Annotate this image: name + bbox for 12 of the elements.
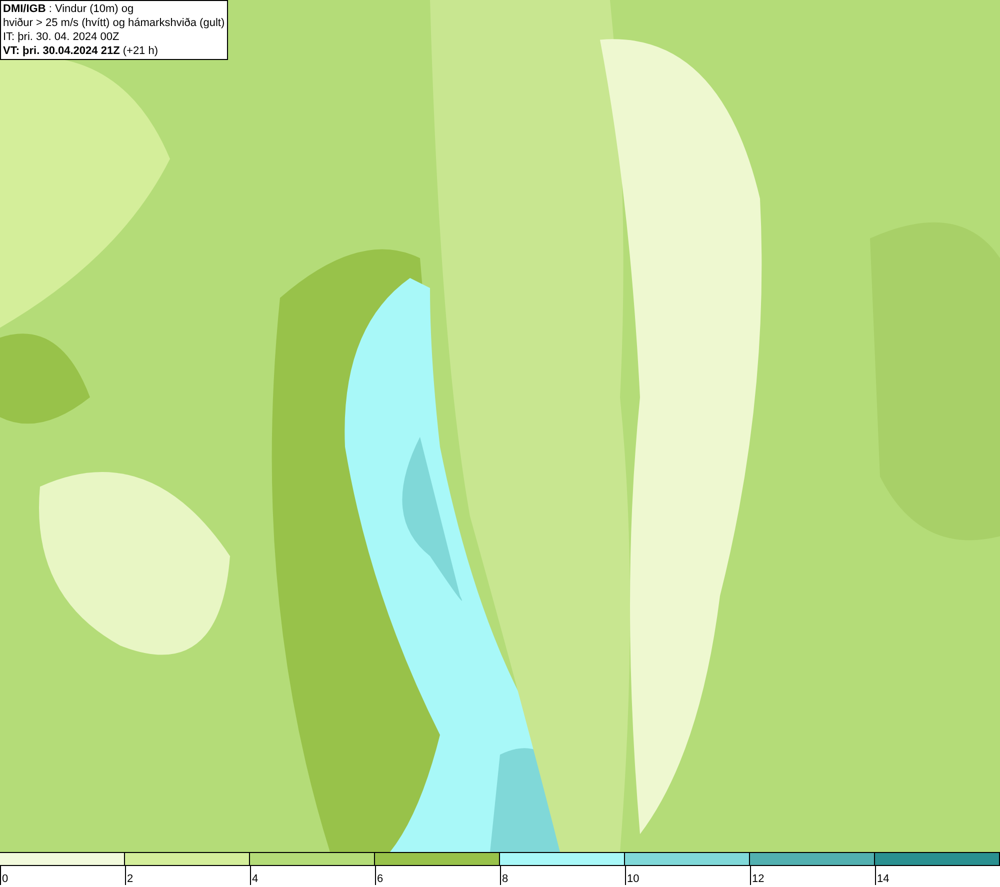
scale-tick-label: 6 [377, 873, 384, 885]
info-line: IT: þri. 30. 04. 2024 00Z [3, 30, 120, 44]
info-line: hviður > 25 m/s (hvítt) og hámarkshviða (gult) [3, 16, 225, 30]
info-line: VT: þri. 30.04.2024 21Z (+21 h) [3, 44, 160, 58]
info-line: DMI/IGB : Vindur (10m) og [3, 2, 135, 16]
scale-tick-label: 8 [502, 873, 508, 885]
scale-tick-label: 0 [2, 873, 8, 885]
scale-tick-label: 4 [252, 873, 258, 885]
scale-tick-label: 12 [752, 873, 764, 885]
scale-tick-label: 10 [627, 873, 640, 885]
scale-tick-label: 14 [877, 873, 890, 885]
scale-tick-label: 2 [127, 873, 134, 885]
